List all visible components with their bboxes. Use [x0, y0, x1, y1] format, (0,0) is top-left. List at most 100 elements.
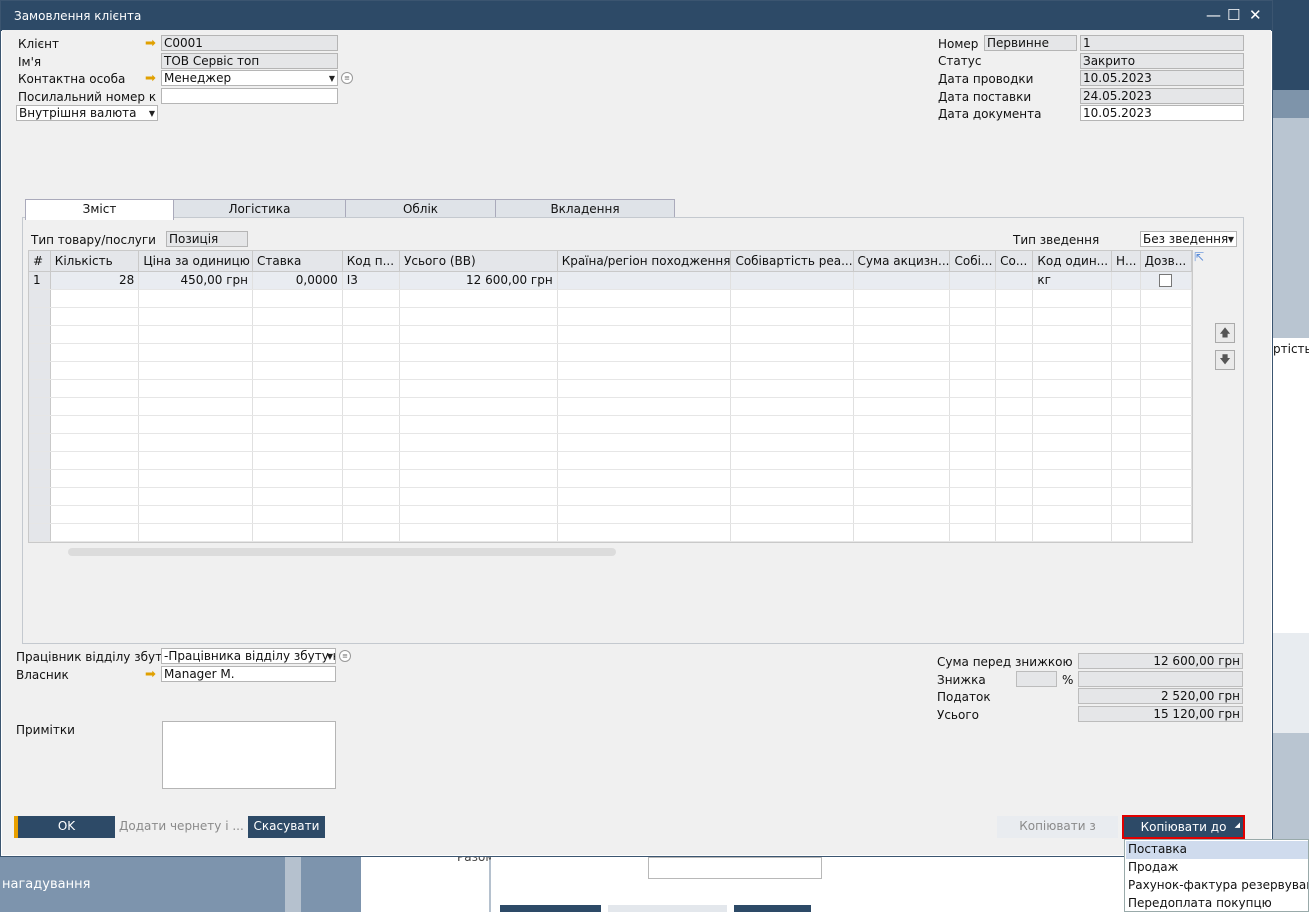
move-down-icon[interactable]: 🡇	[1215, 350, 1235, 370]
document-date-field[interactable]: 10.05.2023	[1080, 105, 1244, 121]
empty-cell[interactable]	[557, 343, 732, 362]
empty-cell[interactable]	[1032, 307, 1112, 326]
empty-cell[interactable]	[995, 361, 1034, 380]
empty-cell[interactable]	[50, 289, 140, 308]
empty-cell[interactable]	[1111, 433, 1141, 452]
empty-cell[interactable]	[342, 433, 401, 452]
table-row[interactable]	[29, 289, 1192, 308]
empty-cell[interactable]	[853, 289, 951, 308]
empty-cell[interactable]	[29, 361, 51, 380]
empty-cell[interactable]	[138, 451, 254, 470]
empty-cell[interactable]	[138, 397, 254, 416]
empty-cell[interactable]	[342, 397, 401, 416]
status-field[interactable]: Закрито	[1080, 53, 1244, 69]
empty-cell[interactable]	[1140, 361, 1192, 380]
column-header[interactable]: Н...	[1111, 251, 1141, 272]
empty-cell[interactable]	[252, 469, 343, 488]
empty-cell[interactable]	[29, 451, 51, 470]
empty-cell[interactable]	[1111, 379, 1141, 398]
table-row[interactable]	[29, 469, 1192, 488]
empty-cell[interactable]	[557, 289, 732, 308]
empty-cell[interactable]	[995, 307, 1034, 326]
empty-cell[interactable]	[252, 379, 343, 398]
table-row[interactable]	[29, 325, 1192, 344]
empty-cell[interactable]	[853, 343, 951, 362]
empty-cell[interactable]	[995, 523, 1034, 542]
empty-cell[interactable]	[50, 505, 140, 524]
table-row[interactable]: 1 28 450,00 грн 0,0000 I3 12 600,00 грн …	[29, 271, 1192, 290]
empty-cell[interactable]	[730, 379, 854, 398]
empty-cell[interactable]	[557, 379, 732, 398]
empty-cell[interactable]	[1111, 469, 1141, 488]
empty-cell[interactable]	[995, 433, 1034, 452]
empty-cell[interactable]	[995, 451, 1034, 470]
empty-cell[interactable]	[1111, 361, 1141, 380]
empty-cell[interactable]	[252, 307, 343, 326]
table-row[interactable]	[29, 523, 1192, 542]
empty-cell[interactable]	[342, 505, 401, 524]
column-header[interactable]: #	[29, 251, 51, 272]
empty-cell[interactable]	[730, 433, 854, 452]
empty-cell[interactable]	[949, 379, 997, 398]
unit-price-cell[interactable]: 450,00 грн	[138, 271, 254, 290]
country-cell[interactable]	[557, 271, 732, 290]
empty-cell[interactable]	[1032, 433, 1112, 452]
copy-to-button[interactable]: Копіювати до ◢	[1122, 815, 1245, 839]
empty-cell[interactable]	[1111, 505, 1141, 524]
empty-cell[interactable]	[730, 307, 854, 326]
empty-cell[interactable]	[50, 379, 140, 398]
delivery-date-field[interactable]: 24.05.2023	[1080, 88, 1244, 104]
background-reminder[interactable]: нагадування	[2, 877, 90, 892]
empty-cell[interactable]	[50, 523, 140, 542]
empty-cell[interactable]	[50, 487, 140, 506]
tab-accounting[interactable]: Облік	[345, 199, 496, 219]
reference-field[interactable]	[161, 88, 338, 104]
empty-cell[interactable]	[342, 379, 401, 398]
menu-item-sale[interactable]: Продаж	[1126, 859, 1308, 877]
quantity-cell[interactable]: 28	[50, 271, 140, 290]
empty-cell[interactable]	[1111, 451, 1141, 470]
menu-item-delivery[interactable]: Поставка	[1126, 841, 1308, 859]
empty-cell[interactable]	[995, 505, 1034, 524]
empty-cell[interactable]	[949, 325, 997, 344]
empty-cell[interactable]	[557, 451, 732, 470]
empty-cell[interactable]	[730, 289, 854, 308]
empty-cell[interactable]	[557, 505, 732, 524]
empty-cell[interactable]	[50, 415, 140, 434]
empty-cell[interactable]	[50, 361, 140, 380]
empty-cell[interactable]	[853, 505, 951, 524]
empty-cell[interactable]	[138, 505, 254, 524]
empty-cell[interactable]	[557, 433, 732, 452]
empty-cell[interactable]	[949, 505, 997, 524]
owner-field[interactable]: Manager M.	[161, 666, 336, 682]
total-field[interactable]: 15 120,00 грн	[1078, 706, 1243, 722]
empty-cell[interactable]	[949, 343, 997, 362]
empty-cell[interactable]	[50, 325, 140, 344]
table-row[interactable]	[29, 415, 1192, 434]
empty-cell[interactable]	[138, 289, 254, 308]
empty-cell[interactable]	[730, 415, 854, 434]
empty-cell[interactable]	[730, 505, 854, 524]
empty-cell[interactable]	[399, 415, 558, 434]
discount-value-field[interactable]	[1078, 671, 1243, 687]
empty-cell[interactable]	[557, 361, 732, 380]
empty-cell[interactable]	[29, 505, 51, 524]
empty-cell[interactable]	[50, 451, 140, 470]
empty-cell[interactable]	[399, 397, 558, 416]
empty-cell[interactable]	[1111, 289, 1141, 308]
empty-cell[interactable]	[730, 397, 854, 416]
empty-cell[interactable]	[50, 433, 140, 452]
empty-cell[interactable]	[342, 523, 401, 542]
cancel-button[interactable]: Скасувати	[248, 816, 325, 838]
empty-cell[interactable]	[29, 415, 51, 434]
empty-cell[interactable]	[29, 487, 51, 506]
uom-code-cell[interactable]: кг	[1032, 271, 1112, 290]
empty-cell[interactable]	[1140, 379, 1192, 398]
empty-cell[interactable]	[252, 451, 343, 470]
contact-dropdown[interactable]: Менеджер ▼	[161, 70, 338, 86]
empty-cell[interactable]	[1111, 487, 1141, 506]
column-header[interactable]: Країна/регіон походження	[557, 251, 732, 272]
close-icon[interactable]: ✕	[1249, 5, 1262, 25]
item-type-field[interactable]: Позиція	[166, 231, 248, 247]
empty-cell[interactable]	[29, 469, 51, 488]
